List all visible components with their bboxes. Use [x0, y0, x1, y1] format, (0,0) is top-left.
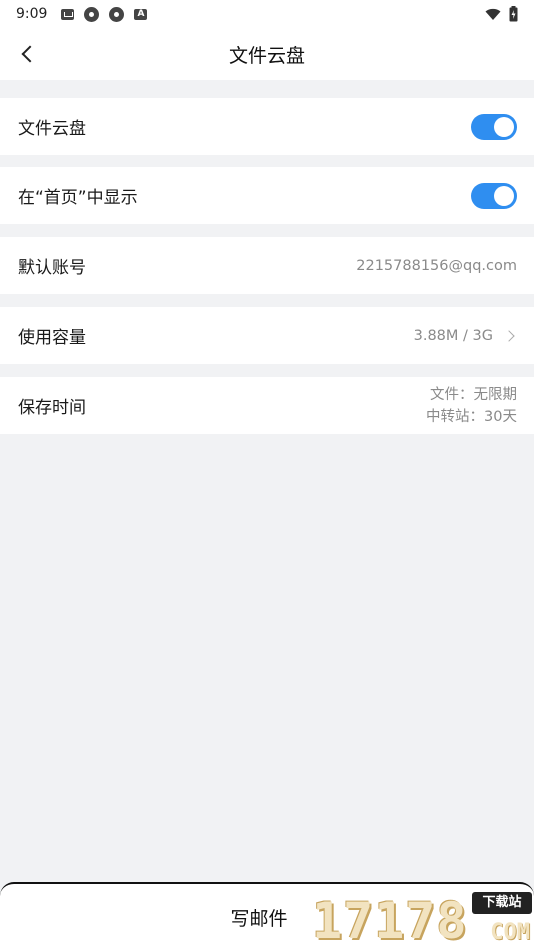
- setting-default-account-label: 默认账号: [18, 258, 86, 278]
- retention-transfer: 中转站：30天: [426, 408, 517, 425]
- retention-files: 文件：无限期: [430, 386, 517, 403]
- compose-label: 写邮件: [230, 907, 288, 930]
- default-account-value: 2215788156@qq.com: [356, 257, 517, 274]
- status-right: [485, 6, 518, 22]
- page-title: 文件云盘: [228, 44, 305, 67]
- setting-show-on-home: 在“首页”中显示: [0, 167, 534, 224]
- setting-retention-label: 保存时间: [18, 398, 86, 418]
- retention-values: 文件：无限期 中转站：30天: [426, 384, 517, 428]
- app-icon: [84, 6, 100, 22]
- wifi-icon: [485, 8, 501, 20]
- setting-usage[interactable]: 使用容量 3.88M / 3G: [0, 307, 534, 364]
- toggle-knob: [494, 116, 514, 137]
- setting-cloud-drive-label: 文件云盘: [18, 119, 86, 139]
- setting-cloud-drive: 文件云盘: [0, 98, 534, 155]
- status-time: 9:09: [16, 6, 48, 22]
- setting-retention: 保存时间 文件：无限期 中转站：30天: [0, 377, 534, 434]
- status-icons: A: [61, 6, 148, 22]
- mail-icon: [61, 8, 75, 20]
- back-button[interactable]: [10, 36, 44, 72]
- a-icon: A: [134, 8, 148, 20]
- setting-usage-label: 使用容量: [18, 328, 86, 348]
- chevron-right-icon: [503, 329, 515, 342]
- show-on-home-toggle[interactable]: [471, 182, 517, 209]
- chevron-left-icon: [21, 45, 39, 63]
- app-icon: [109, 6, 125, 22]
- status-bar: 9:09 A: [0, 0, 534, 28]
- compose-button[interactable]: 写邮件: [0, 882, 534, 950]
- nav-bar: 文件云盘: [0, 28, 534, 80]
- setting-show-on-home-label: 在“首页”中显示: [18, 188, 138, 208]
- usage-value: 3.88M / 3G: [413, 327, 493, 344]
- toggle-knob: [494, 185, 514, 206]
- usage-value-wrap: 3.88M / 3G: [414, 328, 517, 344]
- setting-default-account[interactable]: 默认账号 2215788156@qq.com: [0, 237, 534, 294]
- cloud-drive-toggle[interactable]: [471, 113, 517, 140]
- battery-icon: [509, 6, 518, 22]
